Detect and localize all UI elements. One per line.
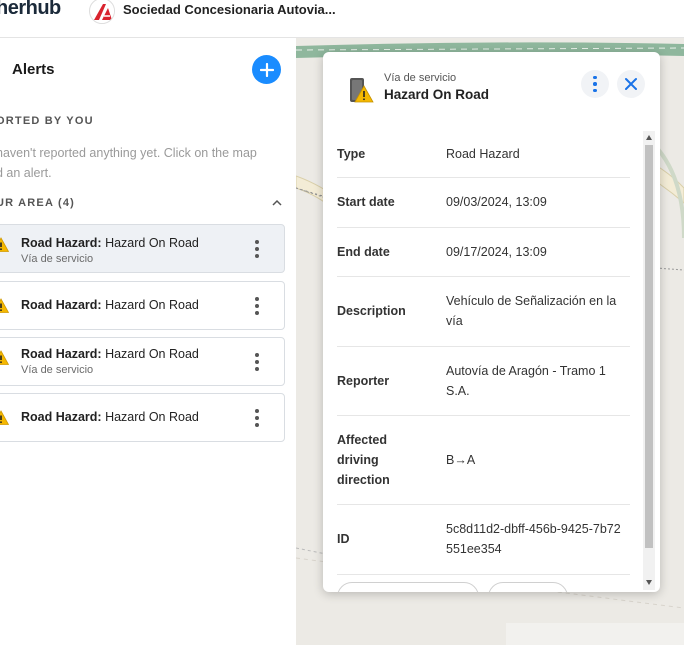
reported-by-you-label: ORTED BY YOU [0, 115, 94, 127]
detail-value: Vehículo de Señalización en la vía [446, 294, 617, 328]
detail-key: ID [337, 532, 350, 546]
alert-name: Hazard On Road [105, 410, 199, 424]
brand-logo[interactable]: herhub [0, 0, 61, 20]
alert-subtitle: Vía de servicio [21, 364, 94, 376]
popup-subtitle: Vía de servicio [384, 72, 457, 84]
warning-icon [0, 410, 9, 425]
close-icon [625, 78, 637, 90]
alert-detail-popup: Vía de servicio Hazard On Road Type Road… [323, 52, 660, 592]
warning-icon [0, 350, 9, 365]
popup-scrollbar[interactable] [643, 131, 655, 590]
kebab-icon [593, 75, 597, 80]
org-logo[interactable] [89, 0, 115, 24]
empty-message-line-2: d an alert. [0, 166, 52, 180]
detail-value: Road Hazard [446, 147, 520, 161]
org-name[interactable]: Sociedad Concesionaria Autovia... [123, 2, 336, 17]
empty-message-line-1: haven't reported anything yet. Click on … [0, 146, 257, 160]
detail-value: B→A [446, 453, 476, 467]
detail-row-direction: Affected driving direction B→A [337, 416, 630, 505]
warning-icon [0, 298, 9, 313]
plus-icon [259, 62, 274, 77]
alert-type: Road Hazard: [21, 347, 102, 361]
detail-row-type: Type Road Hazard [337, 130, 630, 178]
detail-row-description: Description Vehículo de Señalización en … [337, 277, 630, 347]
empty-message: haven't reported anything yet. Click on … [0, 143, 292, 183]
alert-title: Road Hazard: Hazard On Road [21, 347, 199, 361]
detail-value: 5c8d11d2-dbff-456b-9425-7b72551ee354 [446, 522, 621, 556]
alert-subtitle: Vía de servicio [21, 253, 94, 265]
org-logo-icon [91, 0, 114, 23]
detail-key: Reporter [337, 374, 390, 388]
alert-menu-button[interactable] [249, 237, 265, 261]
detail-key: Type [337, 147, 366, 161]
warning-icon [0, 237, 9, 252]
alert-name: Hazard On Road [105, 236, 199, 250]
scroll-down-arrow[interactable] [646, 580, 652, 585]
alert-item[interactable]: Road Hazard: Hazard On Road [0, 281, 285, 330]
add-alert-button[interactable] [252, 55, 281, 84]
your-area-label: UR AREA (4) [0, 197, 75, 209]
alert-title: Road Hazard: Hazard On Road [21, 236, 199, 250]
alert-type: Road Hazard: [21, 236, 102, 250]
detail-value: 09/17/2024, 13:09 [446, 245, 547, 259]
detail-row-id: ID 5c8d11d2-dbff-456b-9425-7b72551ee354 [337, 505, 630, 575]
alert-title: Road Hazard: Hazard On Road [21, 410, 199, 424]
alert-menu-button[interactable] [249, 294, 265, 318]
alert-title: Road Hazard: Hazard On Road [21, 298, 199, 312]
detail-key: Affected driving direction [337, 433, 390, 487]
alert-menu-button[interactable] [249, 406, 265, 430]
alert-item[interactable]: Road Hazard: Hazard On Road Vía de servi… [0, 337, 285, 386]
detail-value: Autovía de Aragón - Tramo 1 S.A. [446, 364, 606, 398]
alert-menu-button[interactable] [249, 350, 265, 374]
popup-action-button-2[interactable] [488, 582, 568, 592]
detail-key: Description [337, 304, 406, 318]
alert-type: Road Hazard: [21, 298, 102, 312]
scroll-thumb[interactable] [645, 145, 653, 548]
detail-key: Start date [337, 195, 395, 209]
detail-row-end-date: End date 09/17/2024, 13:09 [337, 228, 630, 277]
popup-action-button-1[interactable] [337, 582, 479, 592]
alert-item[interactable]: Road Hazard: Hazard On Road Vía de servi… [0, 224, 285, 273]
detail-row-start-date: Start date 09/03/2024, 13:09 [337, 178, 630, 228]
alert-name: Hazard On Road [105, 347, 199, 361]
details-list: Type Road Hazard Start date 09/03/2024, … [337, 130, 630, 575]
detail-row-reporter: Reporter Autovía de Aragón - Tramo 1 S.A… [337, 347, 630, 416]
top-bar: herhub Sociedad Concesionaria Autovia... [0, 0, 684, 38]
close-button[interactable] [617, 70, 645, 98]
chevron-up-icon[interactable] [270, 196, 284, 210]
popup-menu-button[interactable] [581, 70, 609, 98]
alerts-panel: Alerts ORTED BY YOU haven't reported any… [0, 38, 296, 645]
alert-item[interactable]: Road Hazard: Hazard On Road [0, 393, 285, 442]
detail-value: 09/03/2024, 13:09 [446, 195, 547, 209]
hazard-sign-icon [350, 78, 374, 103]
detail-key: End date [337, 245, 390, 259]
alerts-title: Alerts [12, 61, 55, 78]
alert-name: Hazard On Road [105, 298, 199, 312]
popup-title: Hazard On Road [384, 87, 490, 102]
alert-type: Road Hazard: [21, 410, 102, 424]
scroll-up-arrow[interactable] [646, 135, 652, 140]
